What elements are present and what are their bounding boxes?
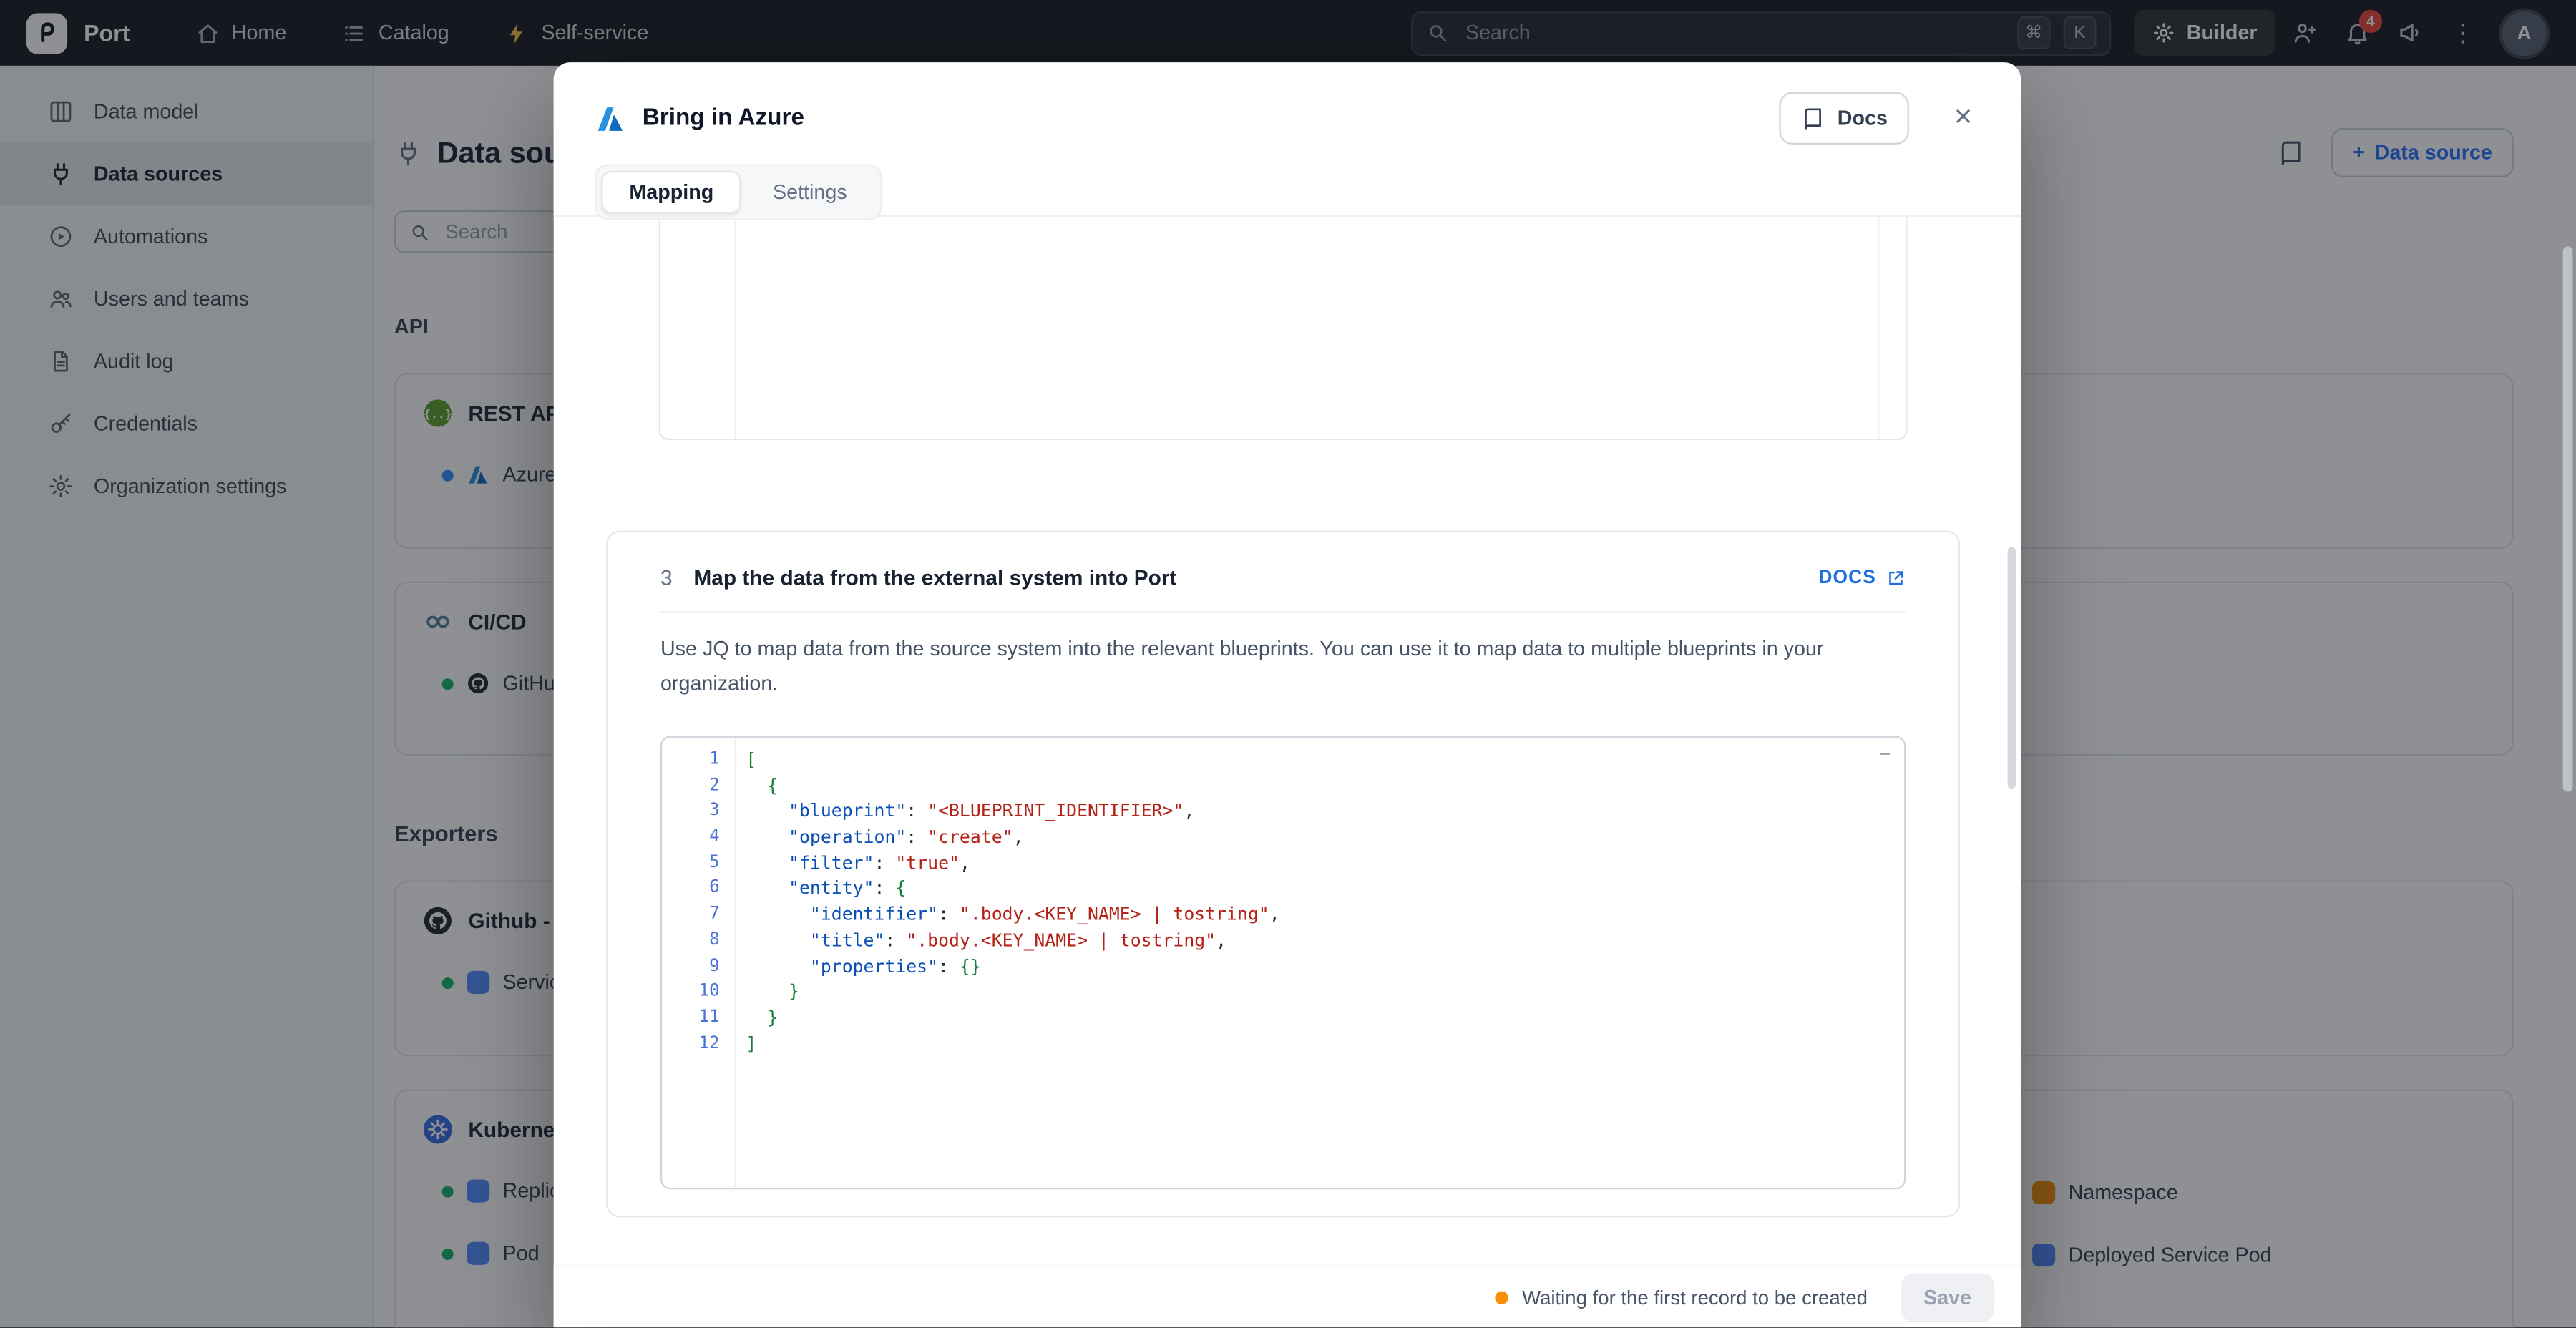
close-icon[interactable]: ×: [1942, 97, 1985, 140]
azure-icon: [595, 102, 626, 134]
previous-code-editor-partial[interactable]: [659, 217, 1908, 440]
external-link-icon: [1886, 567, 1906, 587]
jq-mapping-editor[interactable]: 123456789101112 [ { "blueprint": "<BLUEP…: [660, 736, 1906, 1190]
step-header: 3 Map the data from the external system …: [660, 565, 1906, 590]
modal-tabs: Mapping Settings: [595, 165, 882, 220]
step-docs-link[interactable]: DOCS: [1818, 567, 1906, 587]
modal-body: 3 Map the data from the external system …: [554, 217, 2021, 1265]
modal-scrollbar[interactable]: [2008, 547, 2016, 789]
modal-header: Bring in Azure Docs × Mapping Settings: [554, 62, 2021, 217]
book-icon: [1801, 106, 1825, 130]
status-text: Waiting for the first record to be creat…: [1522, 1286, 1868, 1309]
step-description: Use JQ to map data from the source syste…: [660, 633, 1884, 701]
modal-title: Bring in Azure: [643, 105, 804, 132]
fold-minus-icon[interactable]: −: [1879, 743, 1890, 766]
modal-footer: Waiting for the first record to be creat…: [554, 1265, 2021, 1327]
docs-button[interactable]: Docs: [1780, 92, 1908, 145]
divider: [660, 611, 1906, 612]
editor-line-numbers: 123456789101112: [662, 738, 736, 1188]
waiting-status: Waiting for the first record to be creat…: [1496, 1286, 1868, 1309]
status-dot-orange: [1496, 1290, 1508, 1303]
step-number: 3: [660, 565, 673, 590]
save-button[interactable]: Save: [1901, 1272, 1994, 1322]
step-3-card: 3 Map the data from the external system …: [606, 531, 1960, 1218]
page-scrollbar[interactable]: [2563, 246, 2573, 791]
tab-mapping[interactable]: Mapping: [601, 171, 741, 214]
docs-button-label: Docs: [1838, 107, 1888, 130]
docs-link-label: DOCS: [1818, 567, 1876, 587]
tab-settings[interactable]: Settings: [745, 171, 875, 214]
step-title: Map the data from the external system in…: [693, 565, 1176, 590]
editor-code[interactable]: [ { "blueprint": "<BLUEPRINT_IDENTIFIER>…: [736, 738, 1904, 1188]
bring-in-azure-modal: Bring in Azure Docs × Mapping Settings: [554, 62, 2021, 1327]
